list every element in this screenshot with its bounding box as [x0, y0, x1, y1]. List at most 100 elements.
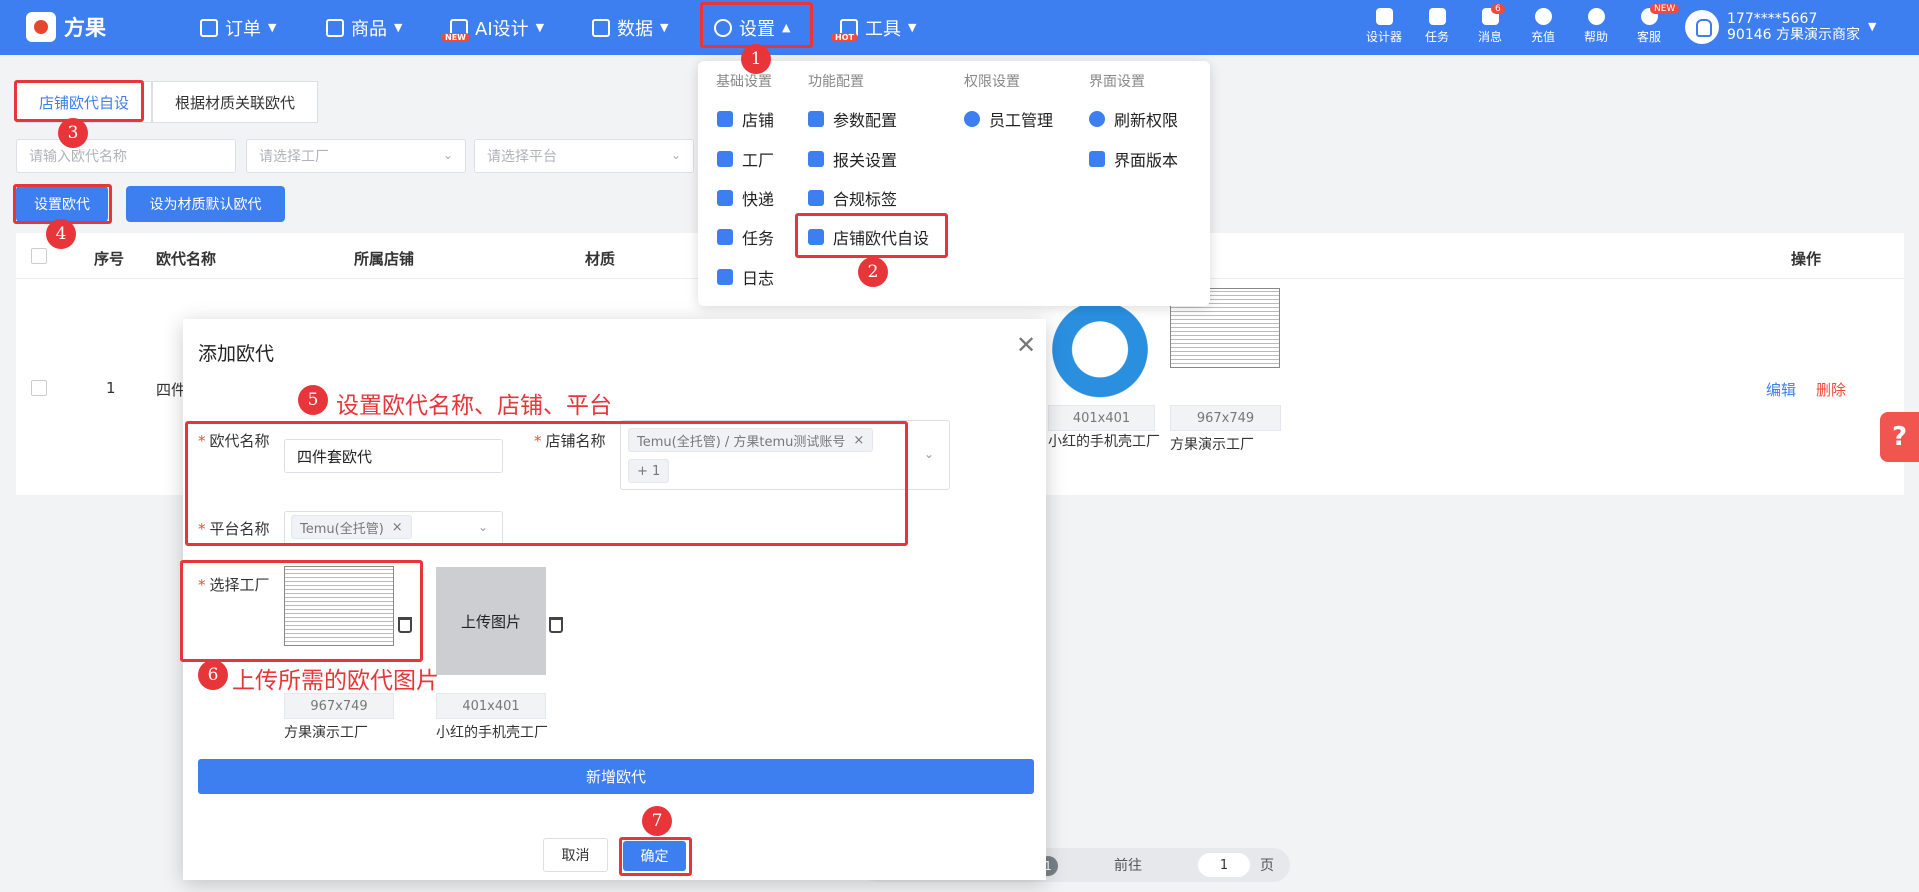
nav-data[interactable]: 数据 ▼	[592, 0, 668, 55]
menu-item-ui-version[interactable]: 界面版本	[1089, 147, 1178, 171]
menu-col-basic: 基础设置	[716, 74, 772, 90]
list-icon	[717, 229, 733, 245]
nav-tools-label: 工具	[865, 18, 901, 40]
app-name: 方果	[64, 16, 106, 40]
menu-item-label: 快递	[742, 190, 775, 209]
app-logo[interactable]: 方果	[26, 12, 106, 42]
annotation-box-form	[185, 421, 908, 546]
menu-item-label: 店铺	[742, 111, 775, 130]
cancel-button[interactable]: 取消	[543, 838, 608, 872]
menu-item-label: 工厂	[742, 151, 775, 170]
factory-select-placeholder: 请选择工厂	[259, 149, 329, 165]
add-rep-button[interactable]: 新增欧代	[198, 759, 1034, 794]
nav-orders[interactable]: 订单 ▼	[200, 0, 276, 55]
tab-material-rep[interactable]: 根据材质关联欧代	[152, 81, 319, 123]
nav-help[interactable]: 帮助	[1571, 8, 1621, 45]
image-factory: 方果演示工厂	[284, 725, 368, 741]
caret-down-icon: ▼	[394, 21, 403, 34]
delete-link[interactable]: 删除	[1816, 379, 1846, 400]
nav-recharge[interactable]: 充值	[1518, 8, 1568, 45]
nav-ai-design[interactable]: NEW AI设计 ▼	[442, 0, 545, 55]
nav-data-label: 数据	[617, 18, 653, 40]
step-number: 1	[741, 44, 771, 74]
nav-service[interactable]: NEW 客服	[1624, 4, 1680, 45]
menu-item-label: 合规标签	[833, 190, 898, 209]
set-default-rep-button[interactable]: 设为材质默认欧代	[126, 186, 285, 222]
step-number: 2	[858, 257, 888, 287]
upload-image-button[interactable]: 上传图片	[436, 567, 546, 675]
caret-down-icon: ▼	[535, 21, 545, 34]
chevron-down-icon: ⌄	[670, 148, 681, 162]
row-checkbox[interactable]	[31, 380, 47, 396]
menu-item-factory[interactable]: 工厂	[717, 147, 774, 171]
factory-select[interactable]: 请选择工厂 ⌄	[246, 139, 466, 173]
nav-designer-label: 设计器	[1365, 30, 1402, 44]
menu-col-permission: 权限设置	[964, 74, 1020, 90]
menu-item-store[interactable]: 店铺	[717, 107, 774, 131]
row-image-size: 401x401	[1048, 405, 1155, 431]
menu-item-task[interactable]: 任务	[717, 225, 774, 249]
row-image-size: 967x749	[1170, 405, 1281, 431]
menu-item-refresh[interactable]: 刷新权限	[1089, 107, 1178, 131]
page-suffix: 页	[1260, 858, 1274, 874]
row-image-phone-case[interactable]	[1048, 290, 1152, 398]
top-nav-bar: 方果 订单 ▼ 商品 ▼ NEW AI设计 ▼ 数据 ▼ 设置 ▲ HOT 工具…	[0, 0, 1919, 55]
nav-tasks[interactable]: 任务	[1412, 8, 1462, 45]
new-badge: NEW	[442, 33, 469, 42]
goto-page-input[interactable]: 1	[1198, 853, 1250, 877]
menu-item-label: 任务	[742, 229, 775, 248]
factory-icon	[717, 151, 733, 167]
nav-designer[interactable]: 设计器	[1359, 8, 1409, 45]
refresh-icon	[1089, 111, 1105, 127]
annotation-box-store-rep	[795, 213, 948, 258]
menu-item-label: 日志	[742, 269, 775, 288]
trash-icon[interactable]	[549, 617, 563, 633]
menu-item-label: 刷新权限	[1114, 111, 1179, 130]
chart-icon	[592, 18, 610, 37]
menu-item-staff[interactable]: 员工管理	[964, 107, 1053, 131]
sliders-icon	[808, 111, 824, 127]
annotation-note-5: 设置欧代名称、店铺、平台	[336, 393, 612, 419]
select-all-checkbox[interactable]	[31, 248, 47, 264]
nav-service-label: 客服	[1636, 30, 1661, 44]
goto-label: 前往	[1114, 858, 1142, 874]
nav-products-label: 商品	[351, 18, 387, 40]
edit-link[interactable]: 编辑	[1766, 379, 1796, 400]
question-icon	[1587, 8, 1605, 25]
platform-select-placeholder: 请选择平台	[487, 149, 557, 165]
annotation-box-factory	[180, 560, 423, 662]
store-icon	[717, 111, 733, 127]
user-phone: 177****5667	[1727, 11, 1818, 27]
user-menu[interactable]: 177****5667 90146 方果演示商家 ▼	[1685, 10, 1876, 44]
chevron-down-icon: ⌄	[442, 148, 453, 162]
bag-icon	[326, 18, 344, 37]
avatar	[1685, 10, 1719, 44]
row-index: 1	[106, 379, 116, 397]
caret-down-icon: ▼	[660, 21, 669, 34]
col-header-material: 材质	[585, 250, 616, 268]
chevron-down-icon: ⌄	[924, 447, 935, 461]
annotation-box-set-rep	[13, 184, 112, 224]
menu-item-customs[interactable]: 报关设置	[808, 147, 897, 171]
row-image-factory: 小红的手机壳工厂	[1048, 434, 1160, 450]
menu-item-log[interactable]: 日志	[717, 265, 774, 289]
floating-help-button[interactable]: ?	[1880, 412, 1919, 462]
nav-tools[interactable]: HOT 工具 ▼	[832, 0, 916, 55]
menu-item-express[interactable]: 快递	[717, 186, 774, 210]
col-header-store: 所属店铺	[354, 250, 415, 268]
image-factory: 小红的手机壳工厂	[436, 725, 548, 741]
nav-recharge-label: 充值	[1530, 30, 1555, 44]
menu-item-compliance[interactable]: 合规标签	[808, 186, 897, 210]
nav-products[interactable]: 商品 ▼	[326, 0, 402, 55]
caret-down-icon: ▼	[268, 21, 277, 34]
row-name: 四件	[156, 381, 187, 399]
close-icon[interactable]: ✕	[1016, 331, 1036, 359]
rep-name-search-input[interactable]: 请输入欧代名称	[16, 139, 236, 173]
version-icon	[1089, 151, 1105, 167]
platform-select[interactable]: 请选择平台 ⌄	[474, 139, 694, 173]
nav-help-label: 帮助	[1583, 30, 1608, 44]
menu-item-params[interactable]: 参数配置	[808, 107, 897, 131]
step-number: 3	[58, 118, 88, 148]
menu-item-label: 参数配置	[833, 111, 898, 130]
nav-messages[interactable]: 6 消息	[1465, 4, 1515, 45]
